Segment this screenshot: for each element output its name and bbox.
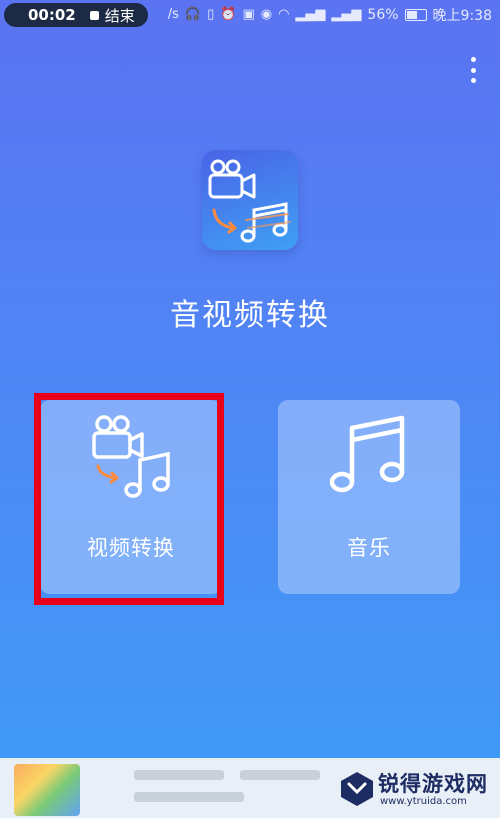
ad-text-line bbox=[134, 792, 244, 802]
record-time: 00:02 bbox=[28, 6, 76, 24]
music-note-icon bbox=[329, 415, 405, 493]
watermark-logo-icon bbox=[341, 772, 373, 806]
screen-record-pill[interactable]: 00:02 结束 bbox=[4, 3, 148, 27]
dot-icon bbox=[470, 57, 476, 62]
ad-text-line bbox=[240, 770, 320, 780]
music-label: 音乐 bbox=[347, 536, 391, 560]
headset-icon: 🎧 bbox=[184, 7, 202, 22]
vibrate-icon: ▯ bbox=[207, 7, 215, 22]
clock: 晚上9:38 bbox=[432, 8, 492, 24]
record-stop-label: 结束 bbox=[104, 6, 135, 25]
stop-icon bbox=[89, 10, 99, 20]
app-logo bbox=[202, 150, 298, 250]
watermark: 锐得游戏网 www.ytruida.com bbox=[334, 764, 494, 814]
alarm-icon: ⏰ bbox=[220, 7, 237, 22]
record-stop-button[interactable]: 结束 bbox=[89, 5, 135, 26]
battery-percent: 56% bbox=[367, 7, 399, 23]
more-options-button[interactable] bbox=[468, 57, 478, 83]
watermark-url: www.ytruida.com bbox=[380, 796, 467, 807]
video-convert-label: 视频转换 bbox=[87, 536, 175, 560]
video-to-music-icon bbox=[208, 159, 291, 243]
signal-icon: ▂▄▆ bbox=[295, 7, 326, 22]
app-title: 音视频转换 bbox=[170, 298, 330, 333]
hd-icon: ▣ bbox=[242, 7, 255, 22]
battery-icon bbox=[404, 9, 427, 21]
video-to-music-icon bbox=[92, 415, 170, 498]
eye-icon: ◉ bbox=[260, 7, 273, 22]
net-speed: /s bbox=[167, 7, 179, 22]
dot-icon bbox=[470, 67, 476, 73]
music-card[interactable]: 音乐 bbox=[278, 400, 460, 594]
status-icons: /s 🎧 ▯ ⏰ ▣ ◉ ◠ ▂▄▆ ▂▄▆ 56% 晚上9:38 bbox=[150, 5, 492, 25]
video-convert-card[interactable]: 视频转换 bbox=[40, 400, 222, 594]
watermark-name: 锐得游戏网 bbox=[378, 772, 488, 796]
status-bar: 00:02 结束 /s 🎧 ▯ ⏰ ▣ ◉ ◠ ▂▄▆ ▂▄▆ 56% 晚上9:… bbox=[0, 0, 500, 30]
dot-icon bbox=[470, 78, 476, 83]
ad-thumbnail bbox=[14, 764, 80, 816]
wifi-icon: ◠ bbox=[278, 7, 290, 22]
signal-icon-2: ▂▄▆ bbox=[331, 7, 362, 22]
ad-text-line bbox=[134, 770, 224, 780]
